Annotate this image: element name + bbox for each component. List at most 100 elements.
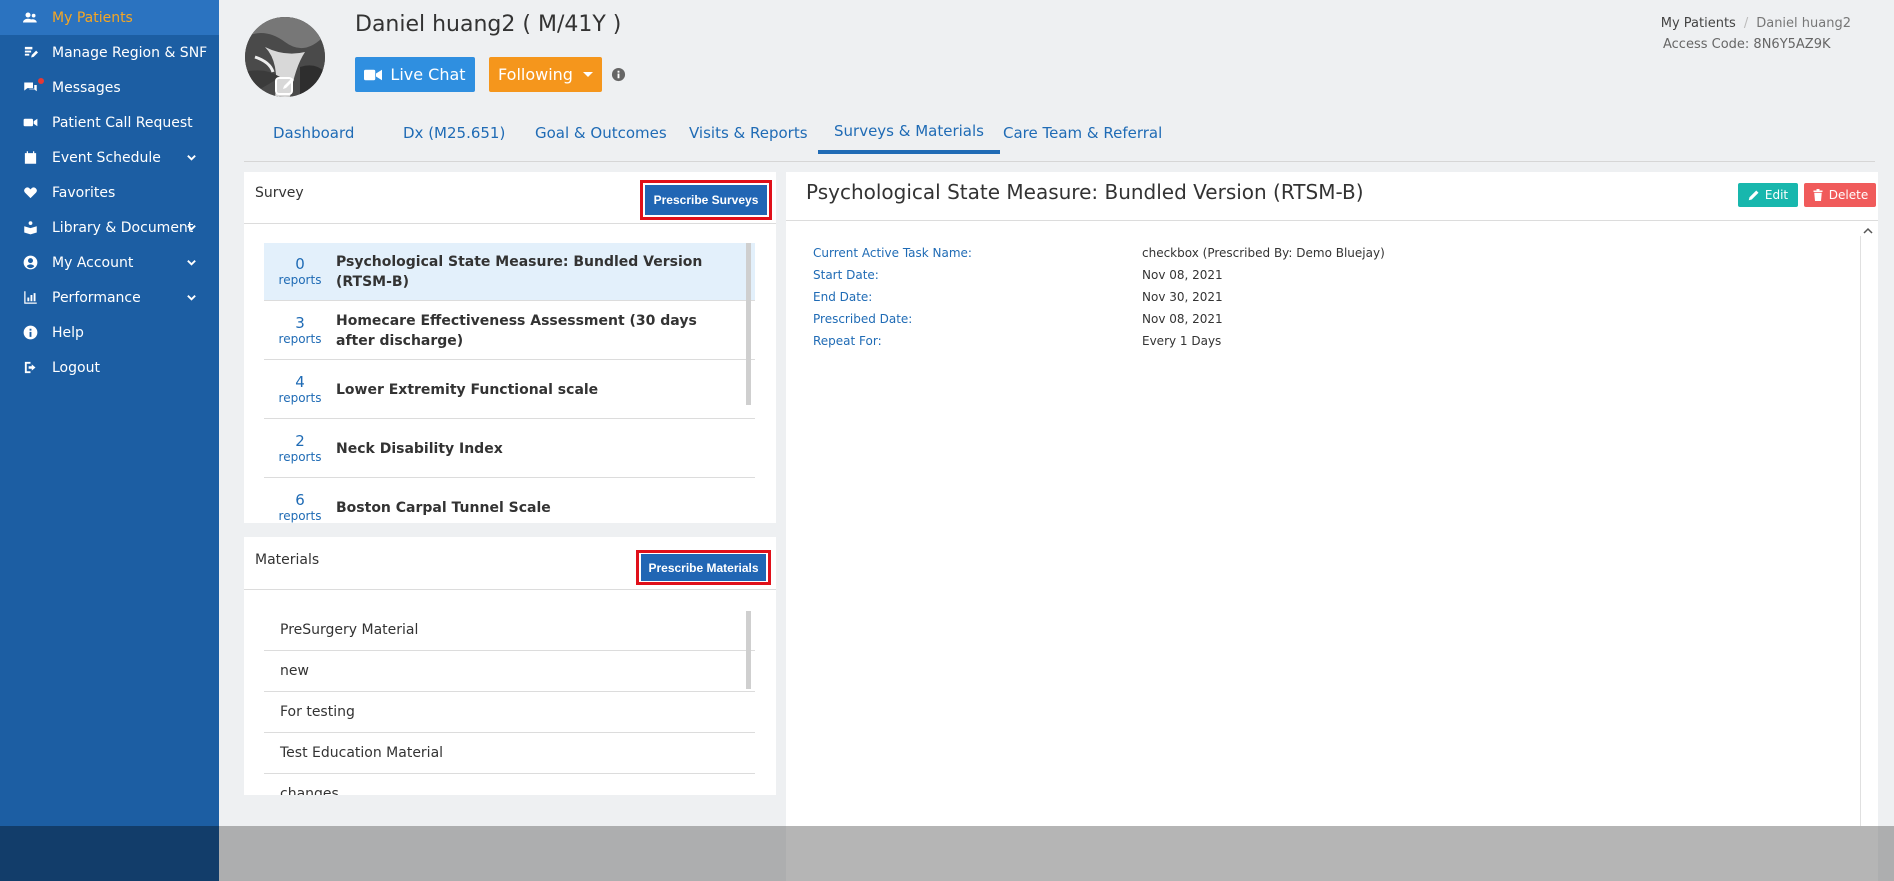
patient-name: Daniel huang2 ( M/41Y ) <box>355 12 622 37</box>
field-value: checkbox (Prescribed By: Demo Bluejay) <box>1142 246 1385 260</box>
divider <box>244 223 776 224</box>
following-dropdown[interactable]: Following <box>489 57 602 92</box>
scroll-up-icon[interactable] <box>1862 222 1874 234</box>
survey-name: Lower Extremity Functional scale <box>336 381 599 398</box>
edit-doc-icon <box>20 43 40 63</box>
materials-scrollbar[interactable] <box>746 611 751 689</box>
survey-list-item[interactable]: 4 reports Lower Extremity Functional scal… <box>264 361 755 419</box>
breadcrumb: My Patients / Daniel huang2 <box>1661 16 1851 31</box>
chevron-down-icon <box>186 291 197 307</box>
edit-button[interactable]: Edit <box>1738 183 1798 207</box>
logout-icon <box>20 358 40 378</box>
survey-name: Homecare Effectiveness Assessment (30 da… <box>336 312 697 349</box>
sidebar-item-label: Manage Region & SNF <box>52 44 208 61</box>
delete-button[interactable]: Delete <box>1804 183 1876 207</box>
trash-icon <box>1813 189 1823 201</box>
access-code: Access Code: 8N6Y5AZ9K <box>1663 37 1831 52</box>
tab-care-team-referral[interactable]: Care Team & Referral <box>1003 112 1162 154</box>
tab-visits-reports[interactable]: Visits & Reports <box>689 112 808 154</box>
survey-name: Boston Carpal Tunnel Scale <box>336 499 551 516</box>
tab-dashboard[interactable]: Dashboard <box>273 112 354 154</box>
sidebar-item-label: Favorites <box>52 184 116 201</box>
pencil-icon <box>1748 190 1759 201</box>
sidebar-item-label: Patient Call Request <box>52 114 193 131</box>
following-label: Following <box>498 65 573 84</box>
sidebar-item-label: Messages <box>52 79 121 96</box>
survey-list-item[interactable]: 0 reports Psychological State Measure: Bu… <box>264 243 755 301</box>
video-camera-icon <box>20 113 40 133</box>
material-list-item[interactable]: For testing <box>264 692 755 733</box>
bottom-overlay <box>0 826 219 881</box>
material-list-item[interactable]: Test Education Material <box>264 733 755 774</box>
info-icon[interactable] <box>611 67 626 82</box>
sidebar-item-favorites[interactable]: Favorites <box>0 175 219 210</box>
caret-down-icon <box>582 72 593 77</box>
sidebar-item-manage-region[interactable]: Manage Region & SNF <box>0 35 219 70</box>
chevron-down-icon <box>186 151 197 167</box>
bottom-overlay <box>219 826 1894 881</box>
edit-label: Edit <box>1764 188 1789 202</box>
sidebar-item-label: Performance <box>52 289 141 306</box>
materials-title: Materials <box>255 552 320 568</box>
report-count: 0 reports <box>278 254 322 287</box>
prescribe-surveys-button[interactable]: Prescribe Surveys <box>645 185 767 215</box>
survey-list-item[interactable]: 2 reports Neck Disability Index <box>264 420 755 478</box>
divider <box>244 589 776 590</box>
tab-goal-outcomes[interactable]: Goal & Outcomes <box>535 112 667 154</box>
live-chat-button[interactable]: Live Chat <box>355 57 475 92</box>
sidebar-item-label: Help <box>52 324 84 341</box>
breadcrumb-root[interactable]: My Patients <box>1661 16 1736 31</box>
detail-panel <box>786 172 1878 881</box>
sidebar-item-my-patients[interactable]: My Patients <box>0 0 219 35</box>
sidebar-item-messages[interactable]: Messages <box>0 70 219 105</box>
tab-surveys-materials[interactable]: Surveys & Materials <box>818 112 1000 154</box>
calendar-icon <box>20 148 40 168</box>
divider <box>786 220 1878 221</box>
sidebar-item-label: My Patients <box>52 9 133 26</box>
field-value: Every 1 Days <box>1142 334 1222 348</box>
sidebar: My Patients Manage Region & SNF Messages… <box>0 0 219 881</box>
field-label: End Date: <box>813 290 873 304</box>
field-label: Prescribed Date: <box>813 312 913 326</box>
material-list-item[interactable]: new <box>264 651 755 692</box>
notification-dot <box>38 78 44 84</box>
heart-icon <box>20 183 40 203</box>
material-list-item[interactable]: changes <box>264 774 755 795</box>
prescribe-materials-button[interactable]: Prescribe Materials <box>641 554 766 581</box>
chat-icon <box>20 78 40 98</box>
survey-list-item[interactable]: 3 reports Homecare Effectiveness Assessme… <box>264 302 755 360</box>
users-icon <box>20 8 40 28</box>
sidebar-item-patient-call-request[interactable]: Patient Call Request <box>0 105 219 140</box>
material-list-clip: changes <box>264 774 755 795</box>
field-label: Start Date: <box>813 268 879 282</box>
live-chat-label: Live Chat <box>390 65 466 84</box>
survey-name: Psychological State Measure: Bundled Ver… <box>336 253 703 290</box>
sidebar-item-my-account[interactable]: My Account <box>0 245 219 280</box>
tab-bar: Dashboard Dx (M25.651) Goal & Outcomes V… <box>244 112 1875 162</box>
survey-title: Survey <box>255 185 304 201</box>
survey-scrollbar[interactable] <box>746 243 751 405</box>
survey-name: Neck Disability Index <box>336 440 503 457</box>
material-list-item[interactable]: PreSurgery Material <box>264 610 755 651</box>
survey-list-clip: 6 reports Boston Carpal Tunnel Scale <box>264 479 755 523</box>
sidebar-item-logout[interactable]: Logout <box>0 350 219 385</box>
edit-photo-icon[interactable] <box>275 76 297 96</box>
survey-list-item[interactable]: 6 reports Boston Carpal Tunnel Scale <box>264 479 755 523</box>
report-count: 4 reports <box>278 372 322 405</box>
sidebar-item-label: Logout <box>52 359 100 376</box>
report-count: 2 reports <box>278 431 322 464</box>
info-circle-icon <box>20 323 40 343</box>
video-camera-icon <box>364 69 383 80</box>
sidebar-item-event-schedule[interactable]: Event Schedule <box>0 140 219 175</box>
sidebar-item-label: My Account <box>52 254 134 271</box>
chevron-down-icon <box>186 256 197 272</box>
sidebar-item-label: Library & Document <box>52 219 194 236</box>
detail-scroll-track <box>1860 236 1861 826</box>
field-label: Repeat For: <box>813 334 882 348</box>
detail-title: Psychological State Measure: Bundled Ver… <box>806 180 1364 204</box>
tab-dx[interactable]: Dx (M25.651) <box>403 112 505 154</box>
sidebar-item-performance[interactable]: Performance <box>0 280 219 315</box>
sidebar-item-help[interactable]: Help <box>0 315 219 350</box>
sidebar-item-library[interactable]: Library & Document <box>0 210 219 245</box>
sidebar-item-label: Event Schedule <box>52 149 161 166</box>
